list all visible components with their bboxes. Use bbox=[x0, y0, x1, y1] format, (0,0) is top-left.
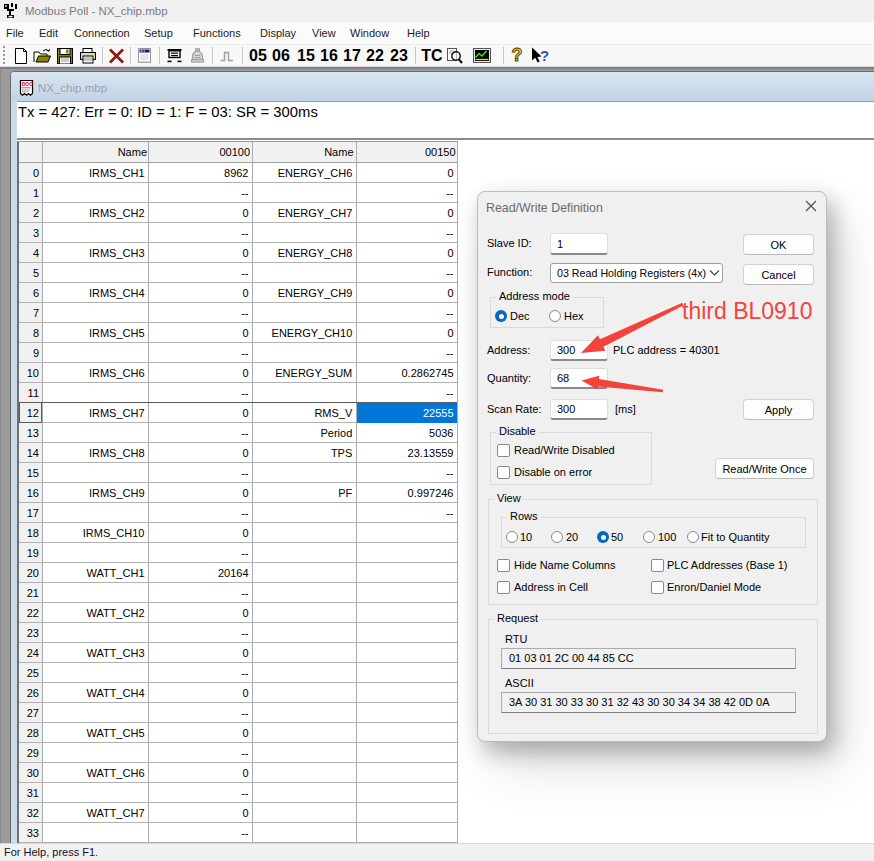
svg-text:DOC: DOC bbox=[22, 81, 34, 87]
